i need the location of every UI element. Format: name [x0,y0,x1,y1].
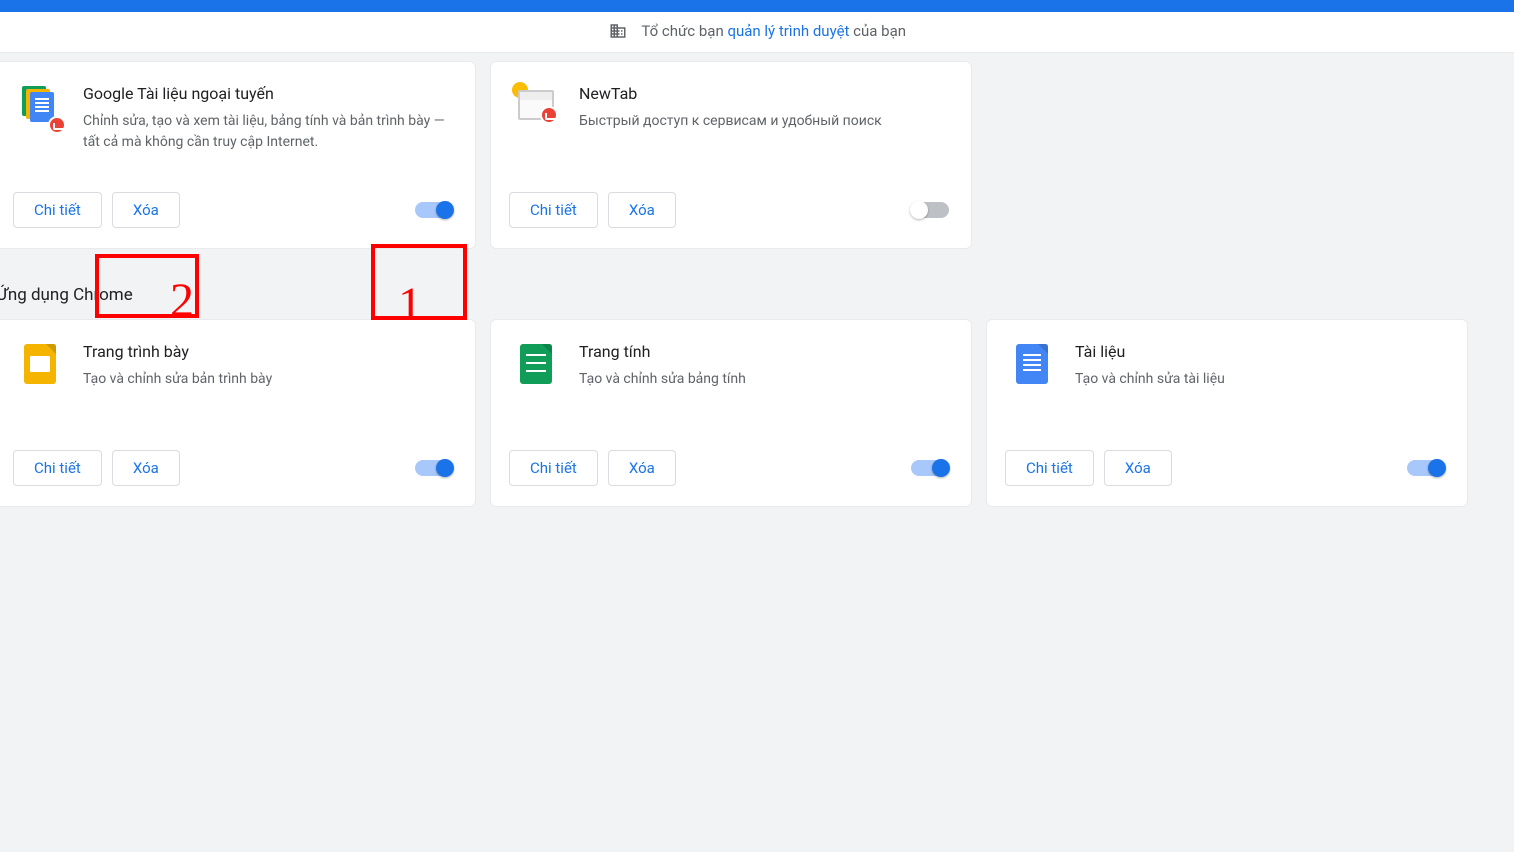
remove-button[interactable]: Xóa [608,450,676,486]
banner-link[interactable]: quản lý trình duyệt [727,22,849,40]
remove-button[interactable]: Xóa [1104,450,1172,486]
docs-icon [1011,342,1053,422]
card-title: Trang trình bày [83,342,451,361]
app-card-docs: Tài liệu Tạo và chỉnh sửa tài liệu Chi t… [986,319,1468,507]
card-title: Trang tính [579,342,947,361]
details-button[interactable]: Chi tiết [509,192,598,228]
enable-toggle[interactable] [911,202,949,218]
details-button[interactable]: Chi tiết [13,192,102,228]
annotation-box-1 [371,244,467,320]
details-button[interactable]: Chi tiết [1005,450,1094,486]
remove-button[interactable]: Xóa [112,450,180,486]
remove-button[interactable]: Xóa [608,192,676,228]
card-title: Tài liệu [1075,342,1443,361]
top-bar [0,0,1514,12]
remove-button[interactable]: Xóa [112,192,180,228]
banner-suffix: của bạn [849,22,906,40]
card-desc: Tạo và chỉnh sửa tài liệu [1075,369,1443,390]
app-card-slides: Trang trình bày Tạo và chỉnh sửa bản trì… [0,319,476,507]
slides-icon [19,342,61,422]
enable-toggle[interactable] [1407,460,1445,476]
apps-row: Trang trình bày Tạo và chỉnh sửa bản trì… [0,319,1500,507]
docs-offline-icon [19,84,61,164]
details-button[interactable]: Chi tiết [509,450,598,486]
sheets-icon [515,342,557,422]
card-title: Google Tài liệu ngoại tuyến [83,84,451,103]
apps-section-title: Ứng dụng Chrome [0,285,1500,305]
banner-prefix: Tổ chức bạn [641,22,727,40]
newtab-icon [515,84,557,164]
card-desc: Chỉnh sửa, tạo và xem tài liệu, bảng tín… [83,111,451,153]
extensions-row: Google Tài liệu ngoại tuyến Chỉnh sửa, t… [0,61,1500,249]
card-title: NewTab [579,84,947,103]
card-desc: Tạo và chỉnh sửa bản trình bày [83,369,451,390]
org-icon [608,22,628,40]
details-button[interactable]: Chi tiết [13,450,102,486]
managed-banner: Tổ chức bạn quản lý trình duyệt của bạn [0,12,1514,53]
enable-toggle[interactable] [415,460,453,476]
card-desc: Tạo và chỉnh sửa bảng tính [579,369,947,390]
app-card-sheets: Trang tính Tạo và chỉnh sửa bảng tính Ch… [490,319,972,507]
enable-toggle[interactable] [415,202,453,218]
enable-toggle[interactable] [911,460,949,476]
card-desc: Быстрый доступ к сервисам и удобный поис… [579,111,947,132]
extension-card-newtab: NewTab Быстрый доступ к сервисам и удобн… [490,61,972,249]
extension-card-google-docs-offline: Google Tài liệu ngoại tuyến Chỉnh sửa, t… [0,61,476,249]
